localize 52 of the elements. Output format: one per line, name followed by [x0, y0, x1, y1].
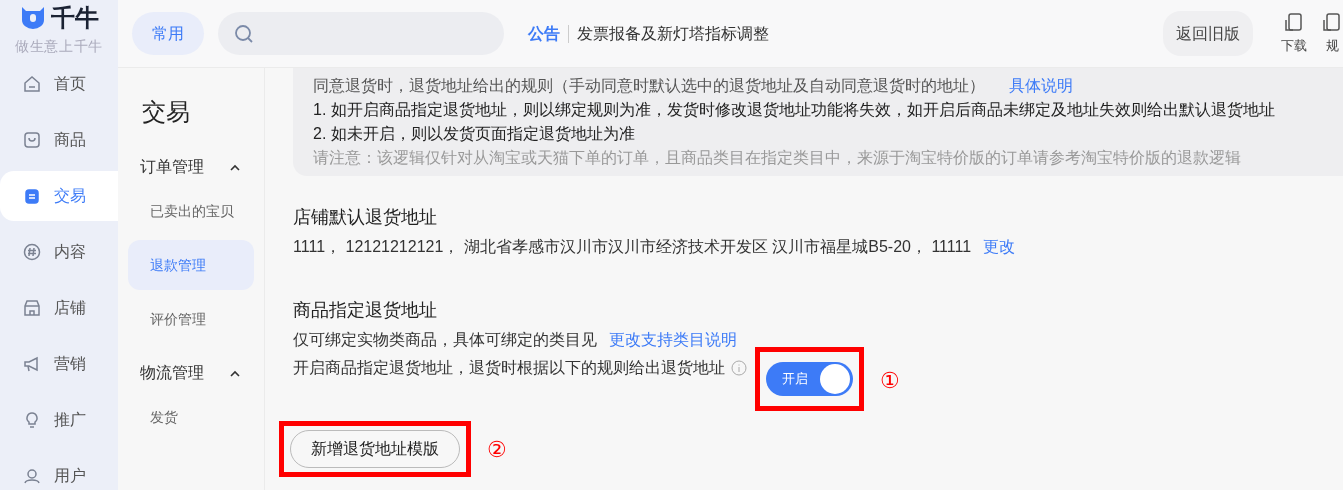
nav-item[interactable]: 用户 — [0, 451, 118, 490]
notice-heading: 同意退货时，退货地址给出的规则（手动同意时默认选中的退货地址及自动同意退货时的地址） 具体说明 — [313, 76, 1074, 96]
info-icon — [731, 360, 747, 376]
menu-item[interactable]: 退款管理 — [128, 240, 254, 290]
section-title: 店铺默认退货地址 — [293, 206, 438, 229]
annotation-number: ② — [487, 435, 507, 464]
category-link[interactable]: 更改支持类目说明 — [609, 328, 737, 352]
home-icon — [22, 74, 42, 94]
chevron-up-icon[interactable] — [230, 369, 240, 377]
nav-item[interactable]: 营销 — [0, 339, 118, 389]
section-title: 商品指定退货地址 — [293, 299, 438, 322]
nav-item[interactable]: 推广 — [0, 395, 118, 445]
user-icon — [22, 466, 42, 486]
notice-line: 1. 如开启商品指定退货地址，则以绑定规则为准，发货时修改退货地址功能将失效，如开启后商品未绑定及地址失效则给出默认退货地址 — [313, 100, 1276, 120]
notice-line: 2. 如未开启，则以发货页面指定退货地址为准 — [313, 124, 636, 144]
nav-item[interactable]: 交易 — [0, 171, 118, 221]
device-icon — [1283, 11, 1305, 34]
nav-item[interactable]: 店铺 — [0, 283, 118, 333]
receipt-icon — [22, 186, 42, 206]
toolbar-button[interactable]: 下载 — [1281, 11, 1307, 56]
bag-icon — [22, 130, 42, 150]
change-link[interactable]: 更改 — [983, 235, 1016, 259]
nav-item[interactable]: 内容 — [0, 227, 118, 277]
device-icon — [1321, 11, 1343, 34]
annotation-number: ① — [880, 368, 900, 393]
toolbar-button[interactable]: 规 — [1321, 11, 1343, 56]
notice-text[interactable]: 发票报备及新灯塔指标调整 — [577, 21, 769, 46]
menu-group-header[interactable]: 物流管理 — [128, 358, 254, 388]
logo-icon — [19, 4, 47, 32]
menu-item[interactable]: 已卖出的宝贝 — [128, 186, 254, 236]
logo-name: 千牛 — [51, 3, 99, 33]
detail-link[interactable]: 具体说明 — [1009, 77, 1073, 94]
description-text: 仅可绑定实物类商品，具体可绑定的类目见 — [293, 330, 597, 350]
notice-note: 请注意：该逻辑仅针对从淘宝或天猫下单的订单，且商品类目在指定类目中，来源于淘宝特价版的订单请参考淘宝特价版的退款逻辑 — [313, 148, 1242, 168]
address-text: 1111， 12121212121， 湖北省孝感市汉川市汉川市经济技术开发区 汉川市福星城B5-20， 11111 — [293, 237, 972, 257]
sub-sidebar-title: 交易 — [142, 97, 191, 127]
common-button[interactable]: 常用 — [132, 12, 204, 55]
search-field[interactable] — [218, 12, 504, 55]
add-template-button[interactable]: 新增退货地址模版 — [290, 430, 460, 468]
notice-label: 公告 — [528, 23, 560, 44]
nav-item[interactable]: 商品 — [0, 115, 118, 165]
toggle-label: 开启商品指定退货地址，退货时根据以下的规则给出退货地址 — [293, 358, 725, 378]
toggle-switch[interactable]: 开启 — [766, 362, 853, 396]
menu-item[interactable]: 评价管理 — [128, 294, 254, 344]
menu-group-header[interactable]: 订单管理 — [128, 152, 254, 182]
nav-item[interactable]: 首页 — [0, 59, 118, 109]
menu-item[interactable]: 发货 — [128, 392, 254, 442]
search-icon — [234, 23, 254, 44]
hash-icon — [22, 242, 42, 262]
old-version-button[interactable]: 返回旧版 — [1163, 11, 1253, 56]
chevron-up-icon[interactable] — [230, 163, 240, 171]
store-icon — [22, 298, 42, 318]
